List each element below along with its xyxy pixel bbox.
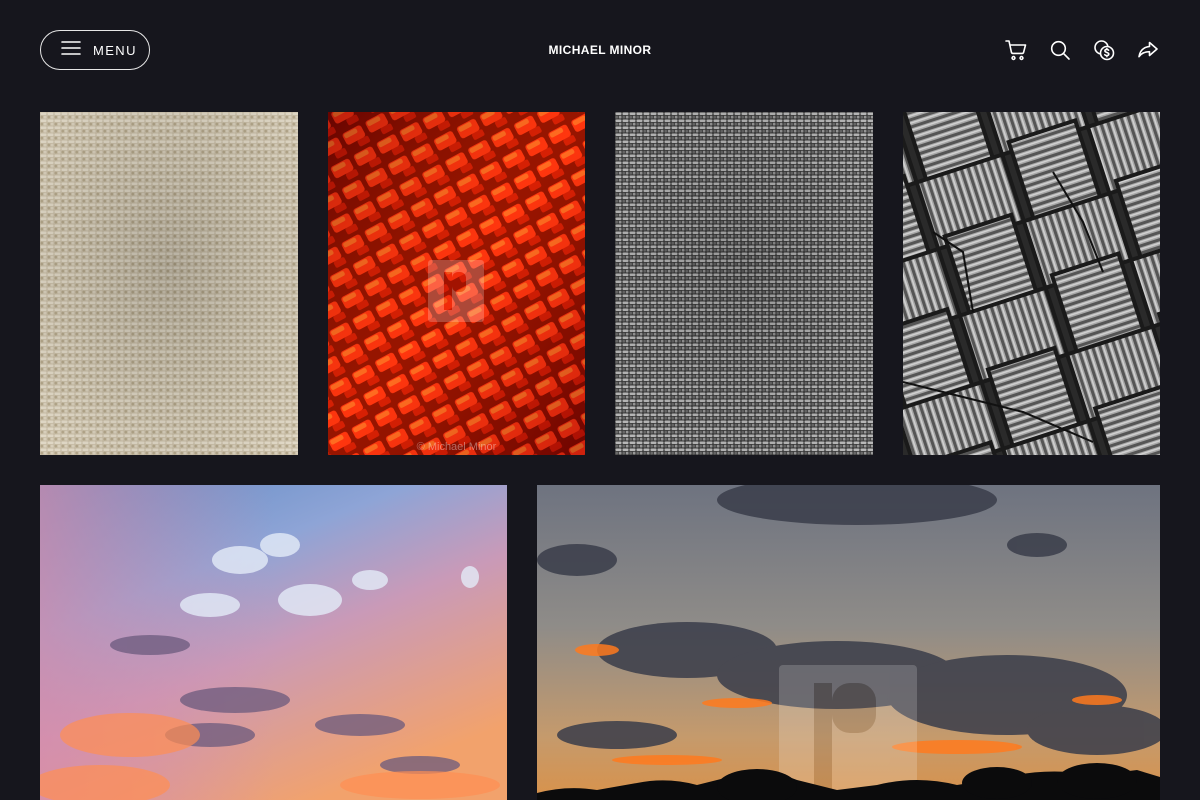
watermark-caption: © Michael Minor [416,441,497,453]
gray-weave-image [615,112,873,455]
search-icon[interactable] [1048,38,1072,62]
gallery-tile-red-weave[interactable]: © Michael Minor [328,112,585,455]
gallery-tile-dark-sunset[interactable] [537,485,1160,800]
watermark-logo [779,665,917,800]
share-icon[interactable] [1136,38,1160,62]
gallery-tile-gray-weave[interactable] [615,112,873,455]
header-icons [1004,38,1160,62]
gallery-tile-pastel-sunset[interactable] [40,485,507,800]
pastel-sunset-image [40,485,507,800]
gallery-tile-cracked-weave[interactable] [903,112,1160,455]
currency-icon[interactable] [1092,38,1116,62]
cart-icon[interactable] [1004,38,1028,62]
gallery-tile-beige-weave[interactable] [40,112,298,455]
dark-sunset-image [537,485,1160,800]
red-weave-image [328,112,585,455]
cracked-weave-image [903,112,1160,455]
watermark-logo [428,260,484,322]
beige-weave-image [40,112,298,455]
